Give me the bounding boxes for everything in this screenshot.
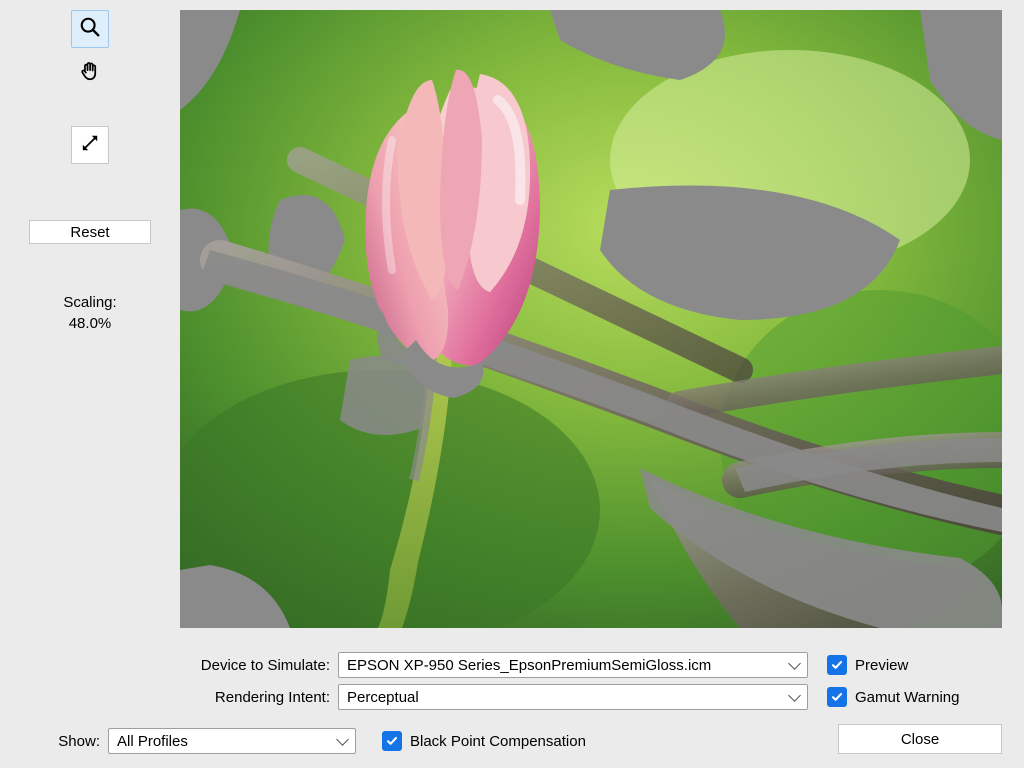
pan-tool-button[interactable] xyxy=(71,54,109,92)
fit-arrows-icon xyxy=(81,134,99,156)
gamut-warning-checkbox[interactable] xyxy=(827,687,847,707)
close-button[interactable]: Close xyxy=(838,724,1002,754)
soft-proof-dialog: Reset Scaling: 48.0% xyxy=(0,0,1024,768)
tool-column: Reset Scaling: 48.0% xyxy=(28,10,152,332)
black-point-compensation-label: Black Point Compensation xyxy=(410,733,586,750)
rendering-intent-label: Rendering Intent: xyxy=(150,689,330,706)
zoom-tool-button[interactable] xyxy=(71,10,109,48)
preview-checkbox-row: Preview xyxy=(827,651,908,679)
scaling-value: 48.0% xyxy=(69,315,112,332)
preview-checkbox[interactable] xyxy=(827,655,847,675)
bpc-checkbox-row: Black Point Compensation xyxy=(382,727,586,755)
gamut-checkbox-row: Gamut Warning xyxy=(827,683,959,711)
close-button-label: Close xyxy=(901,731,939,748)
preview-canvas[interactable] xyxy=(180,10,1002,628)
show-select[interactable]: All Profiles xyxy=(108,728,356,754)
intent-row: Rendering Intent: Perceptual xyxy=(150,683,808,711)
preview-image xyxy=(180,10,1002,628)
reset-button[interactable]: Reset xyxy=(29,220,151,244)
checkmark-icon xyxy=(386,735,398,747)
rendering-intent-select[interactable]: Perceptual xyxy=(338,684,808,710)
fit-to-view-button[interactable] xyxy=(71,126,109,164)
device-row: Device to Simulate: EPSON XP-950 Series_… xyxy=(150,651,808,679)
device-to-simulate-select[interactable]: EPSON XP-950 Series_EpsonPremiumSemiGlos… xyxy=(338,652,808,678)
black-point-compensation-checkbox[interactable] xyxy=(382,731,402,751)
gamut-warning-checkbox-label: Gamut Warning xyxy=(855,689,959,706)
show-row: Show: All Profiles xyxy=(48,727,356,755)
scaling-label: Scaling: xyxy=(63,294,116,311)
device-to-simulate-label: Device to Simulate: xyxy=(150,657,330,674)
checkmark-icon xyxy=(831,659,843,671)
checkmark-icon xyxy=(831,691,843,703)
preview-checkbox-label: Preview xyxy=(855,657,908,674)
magnifier-icon xyxy=(79,16,101,42)
reset-button-label: Reset xyxy=(70,224,109,241)
show-label: Show: xyxy=(48,733,100,750)
hand-icon xyxy=(79,60,101,86)
